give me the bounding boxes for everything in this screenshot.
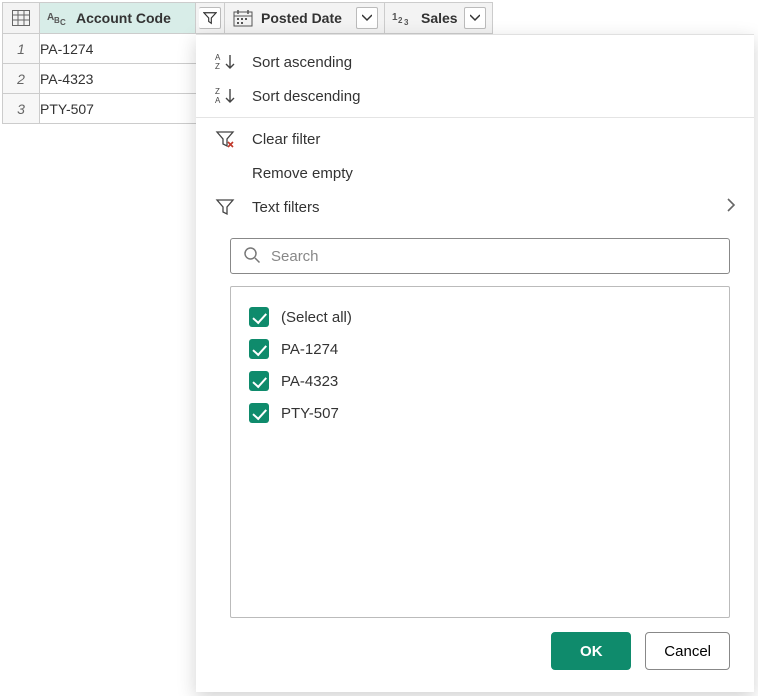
menu-separator [196, 117, 754, 118]
svg-text:Z: Z [215, 62, 220, 71]
column-label: Posted Date [261, 10, 342, 26]
funnel-icon [214, 196, 238, 218]
search-icon [243, 246, 261, 267]
svg-text:C: C [60, 18, 66, 26]
text-filters-item[interactable]: Text filters [196, 190, 754, 224]
chevron-right-icon [726, 198, 736, 216]
cancel-button[interactable]: Cancel [645, 632, 730, 670]
filter-value-row[interactable]: PA-4323 [249, 365, 711, 397]
text-type-icon: ABC [46, 9, 70, 27]
svg-text:A: A [215, 53, 221, 62]
remove-empty-item[interactable]: Remove empty [196, 156, 754, 190]
column-label: Sales [421, 10, 458, 26]
checkbox-label: PTY-507 [281, 405, 339, 422]
filter-value-row[interactable]: PTY-507 [249, 397, 711, 429]
svg-text:2: 2 [398, 16, 403, 25]
sort-descending-item[interactable]: ZA Sort descending [196, 79, 754, 113]
sort-desc-icon: ZA [214, 85, 238, 107]
filter-dropdown-panel: AZ Sort ascending ZA Sort descending Cle… [196, 34, 754, 692]
filter-active-icon [203, 11, 217, 25]
filter-value-row[interactable]: PA-1274 [249, 333, 711, 365]
date-type-icon [231, 9, 255, 27]
menu-label: Clear filter [252, 131, 320, 148]
column-header-account-code[interactable]: ABC Account Code [40, 3, 196, 34]
checkbox-checked-icon[interactable] [249, 371, 269, 391]
blank-icon [214, 162, 238, 184]
menu-label: Remove empty [252, 165, 353, 182]
sort-ascending-item[interactable]: AZ Sort ascending [196, 45, 754, 79]
column-label: Account Code [76, 10, 171, 26]
checkbox-checked-icon[interactable] [249, 307, 269, 327]
chevron-down-icon [470, 14, 480, 22]
menu-label: Text filters [252, 199, 320, 216]
row-number[interactable]: 1 [3, 34, 40, 64]
number-type-icon: 123 [391, 9, 415, 27]
column-header-posted-date[interactable]: Posted Date [225, 3, 385, 34]
clear-filter-icon [214, 128, 238, 150]
checkbox-label: PA-1274 [281, 341, 338, 358]
row-number[interactable]: 3 [3, 94, 40, 124]
svg-text:A: A [215, 96, 221, 105]
checkbox-checked-icon[interactable] [249, 339, 269, 359]
select-all-row[interactable]: (Select all) [249, 301, 711, 333]
clear-filter-item[interactable]: Clear filter [196, 122, 754, 156]
search-box[interactable] [230, 238, 730, 274]
checkbox-checked-icon[interactable] [249, 403, 269, 423]
checkbox-label: PA-4323 [281, 373, 338, 390]
svg-text:3: 3 [404, 18, 409, 26]
checkbox-label: (Select all) [281, 309, 352, 326]
chevron-down-icon [362, 14, 372, 22]
column-filter-button-account-code[interactable] [196, 3, 225, 34]
dropdown-button[interactable] [464, 7, 486, 29]
row-number[interactable]: 2 [3, 64, 40, 94]
dropdown-button[interactable] [356, 7, 378, 29]
menu-label: Sort ascending [252, 54, 352, 71]
grid-corner[interactable] [3, 3, 40, 34]
ok-button[interactable]: OK [551, 632, 631, 670]
sort-asc-icon: AZ [214, 51, 238, 73]
column-header-sales[interactable]: 123 Sales [385, 3, 493, 34]
svg-text:Z: Z [215, 87, 220, 96]
menu-label: Sort descending [252, 88, 360, 105]
table-icon [9, 9, 33, 27]
filter-values-list[interactable]: (Select all) PA-1274 PA-4323 PTY-507 [230, 286, 730, 618]
search-input[interactable] [271, 248, 717, 265]
